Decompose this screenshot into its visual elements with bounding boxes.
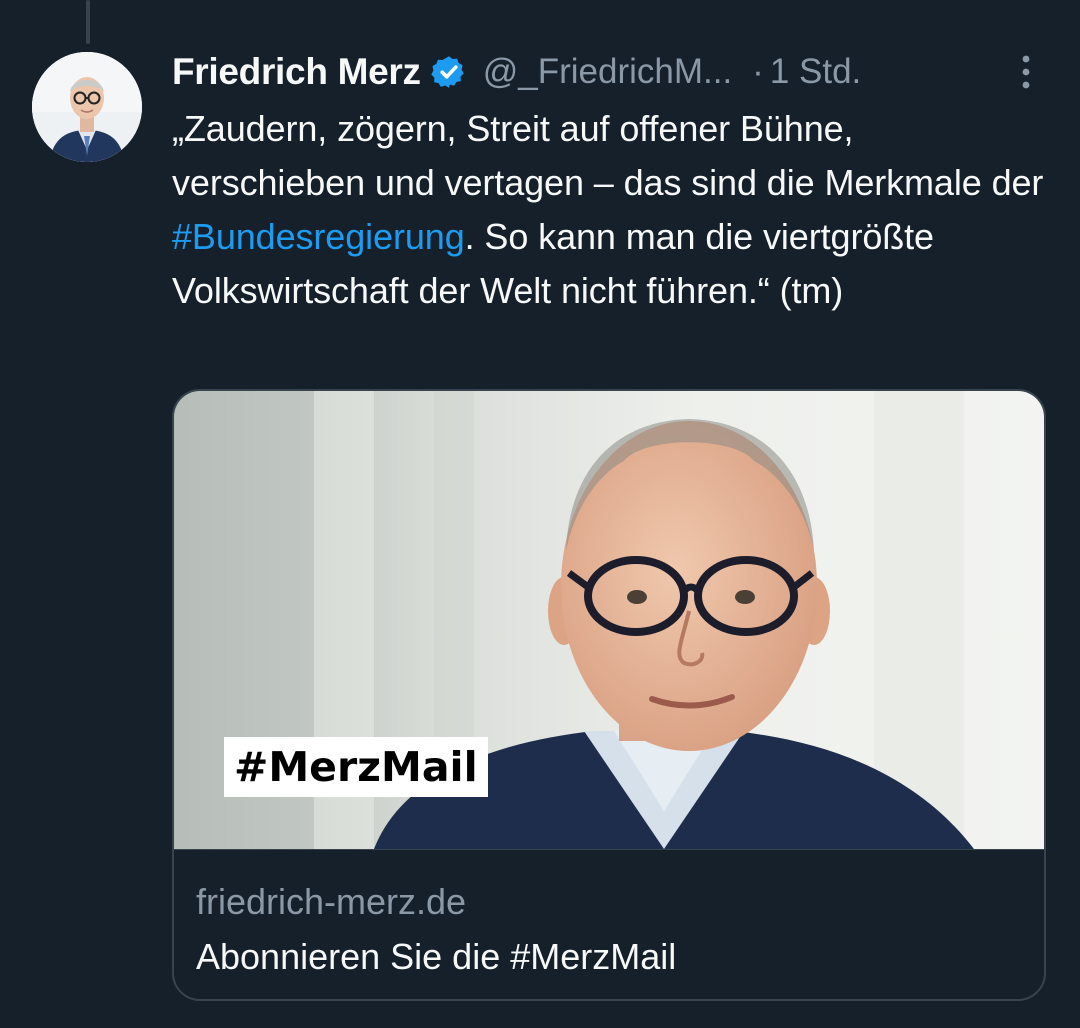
card-title[interactable]: Abonnieren Sie die #MerzMail <box>196 936 676 978</box>
header-separator: · <box>752 52 764 91</box>
thread-connector-line <box>86 0 90 44</box>
author-name[interactable]: Friedrich Merz <box>172 51 421 93</box>
card-divider <box>174 849 1044 850</box>
merzmail-image-label: #MerzMail <box>224 737 488 797</box>
tweet-text: „Zaudern, zögern, Streit auf offener Büh… <box>172 102 1052 318</box>
tweet-header: Friedrich Merz @_FriedrichM... · 1 Std. <box>172 46 1060 98</box>
avatar[interactable] <box>32 52 142 162</box>
verified-badge-icon[interactable] <box>431 54 467 90</box>
avatar-portrait <box>32 52 142 162</box>
card-domain[interactable]: friedrich-merz.de <box>196 881 466 923</box>
hashtag-link[interactable]: #Bundesregierung <box>172 216 465 257</box>
card-image[interactable]: #MerzMail <box>174 391 1044 849</box>
more-options-icon[interactable] <box>1014 52 1038 92</box>
tweet-timestamp[interactable]: 1 Std. <box>770 52 861 92</box>
tweet-text-part-1: „Zaudern, zögern, Streit auf offener Büh… <box>172 108 1044 203</box>
author-handle[interactable]: @_FriedrichM... <box>483 52 732 92</box>
link-preview-card[interactable]: #MerzMail friedrich-merz.de Abonnieren S… <box>172 389 1046 1001</box>
